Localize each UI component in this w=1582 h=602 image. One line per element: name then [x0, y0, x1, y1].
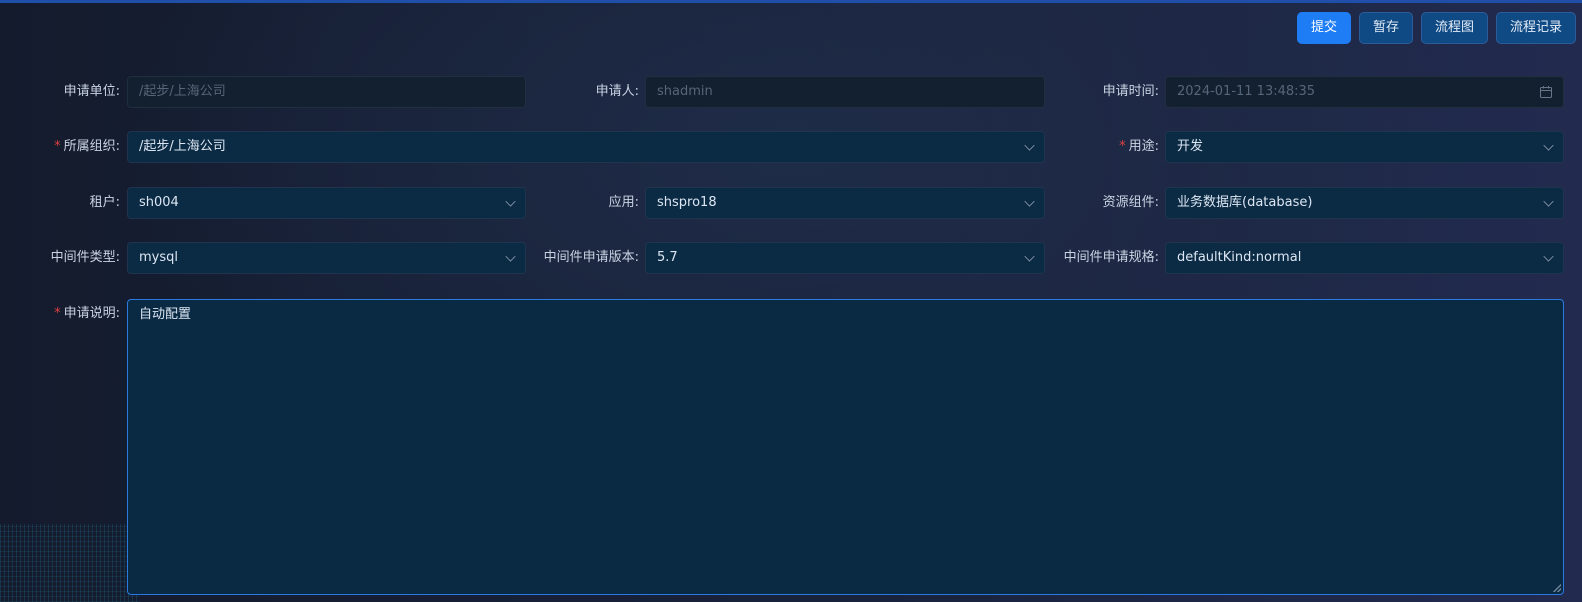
- flowchart-button[interactable]: 流程图: [1420, 12, 1488, 44]
- required-mark: *: [54, 139, 61, 154]
- purpose-label-text: 用途:: [1128, 139, 1159, 154]
- tenant-select[interactable]: sh004: [127, 187, 526, 219]
- apply-time-value: 2024-01-11 13:48:35: [1177, 84, 1316, 99]
- top-accent-line: [0, 0, 1582, 3]
- application-label: 应用:: [608, 195, 639, 210]
- apply-time-label: 申请时间:: [1102, 84, 1159, 99]
- description-label-text: 申请说明:: [63, 306, 120, 321]
- purpose-value: 开发: [1177, 139, 1204, 154]
- chevron-down-icon: [505, 196, 516, 207]
- middleware-type-select[interactable]: mysql: [127, 242, 526, 274]
- description-value: 自动配置: [139, 307, 192, 322]
- applicant-value: shadmin: [657, 84, 713, 99]
- chevron-down-icon: [1024, 251, 1035, 262]
- chevron-down-icon: [1543, 196, 1554, 207]
- middleware-version-select[interactable]: 5.7: [645, 242, 1045, 274]
- resize-handle-icon[interactable]: [1553, 584, 1561, 592]
- description-label: * 申请说明:: [0, 299, 120, 329]
- apply-unit-field: /起步/上海公司: [127, 76, 526, 108]
- toolbar: 提交 暂存 流程图 流程记录: [1296, 12, 1576, 44]
- purpose-select[interactable]: 开发: [1165, 131, 1564, 163]
- middleware-version-value: 5.7: [657, 250, 678, 265]
- chevron-down-icon: [1543, 251, 1554, 262]
- apply-unit-value: /起步/上海公司: [139, 84, 226, 99]
- form-row-3: 租户: sh004 应用: shspro18 资源组件: 业务数据库(datab…: [0, 187, 1582, 219]
- resource-component-value: 业务数据库(database): [1177, 195, 1313, 210]
- tenant-value: sh004: [139, 195, 179, 210]
- purpose-label: * 用途:: [1050, 131, 1159, 163]
- org-label-text: 所属组织:: [63, 139, 120, 154]
- apply-unit-label: 申请单位:: [63, 84, 120, 99]
- org-value: /起步/上海公司: [139, 139, 226, 154]
- resource-component-label: 资源组件:: [1102, 195, 1159, 210]
- application-value: shspro18: [657, 195, 717, 210]
- middleware-type-value: mysql: [139, 250, 178, 265]
- chevron-down-icon: [1024, 196, 1035, 207]
- applicant-field: shadmin: [645, 76, 1045, 108]
- save-draft-button[interactable]: 暂存: [1358, 12, 1413, 44]
- chevron-down-icon: [505, 251, 516, 262]
- applicant-label: 申请人:: [595, 84, 639, 99]
- resource-component-select[interactable]: 业务数据库(database): [1165, 187, 1564, 219]
- middleware-spec-label: 中间件申请规格:: [1063, 250, 1159, 265]
- middleware-spec-select[interactable]: defaultKind:normal: [1165, 242, 1564, 274]
- decorative-grid-pattern: [0, 524, 140, 602]
- chevron-down-icon: [1543, 140, 1554, 151]
- required-mark: *: [1119, 139, 1126, 154]
- required-mark: *: [54, 306, 61, 321]
- chevron-down-icon: [1024, 140, 1035, 151]
- middleware-type-label: 中间件类型:: [50, 250, 120, 265]
- apply-time-field: 2024-01-11 13:48:35: [1165, 76, 1564, 108]
- submit-button[interactable]: 提交: [1296, 12, 1351, 44]
- org-label: * 所属组织:: [0, 131, 120, 163]
- flow-record-button[interactable]: 流程记录: [1495, 12, 1576, 44]
- description-textarea[interactable]: 自动配置: [127, 299, 1564, 595]
- form-row-2: * 所属组织: /起步/上海公司 * 用途: 开发: [0, 131, 1582, 163]
- form-row-1: 申请单位: /起步/上海公司 申请人: shadmin 申请时间: 2024-0…: [0, 76, 1582, 108]
- tenant-label: 租户:: [89, 195, 120, 210]
- middleware-spec-value: defaultKind:normal: [1177, 250, 1302, 265]
- application-select[interactable]: shspro18: [645, 187, 1045, 219]
- calendar-icon: [1540, 86, 1552, 98]
- form-row-4: 中间件类型: mysql 中间件申请版本: 5.7 中间件申请规格: defau…: [0, 242, 1582, 274]
- org-select[interactable]: /起步/上海公司: [127, 131, 1045, 163]
- middleware-version-label: 中间件申请版本:: [543, 250, 639, 265]
